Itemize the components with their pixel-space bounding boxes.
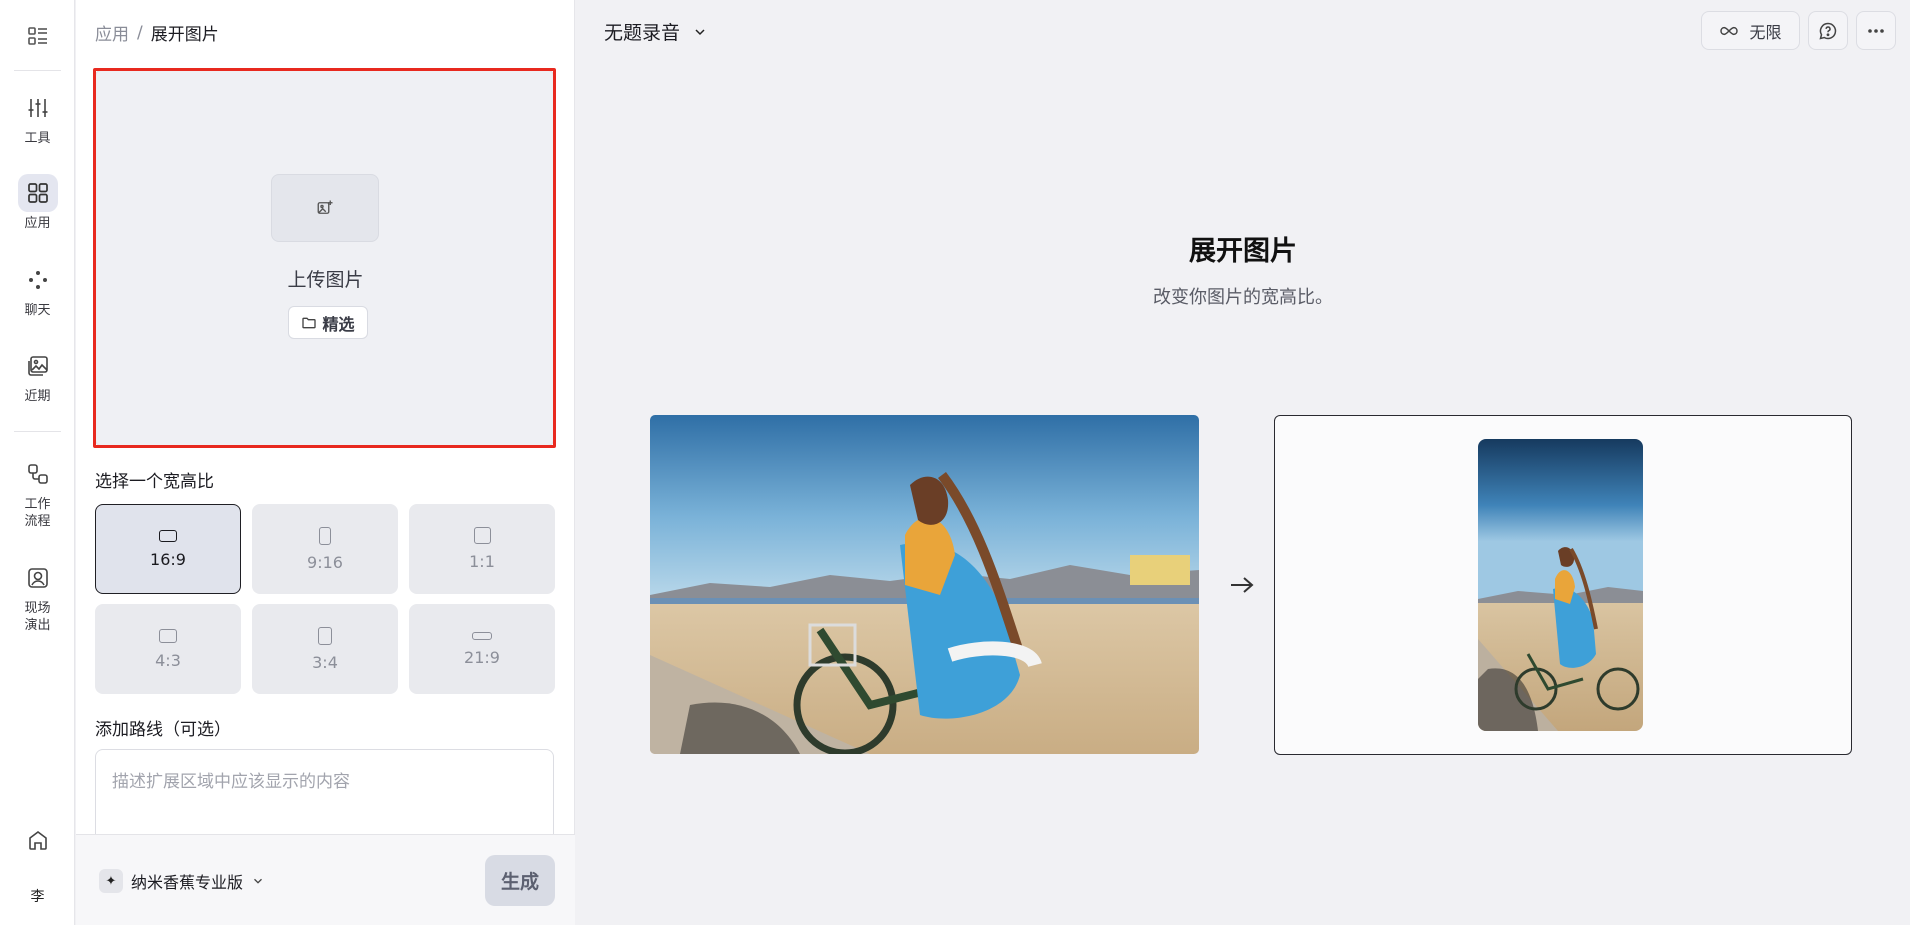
breadcrumb-parent-link[interactable]: 应用 — [95, 20, 129, 45]
apps-grid-icon — [27, 183, 48, 203]
aspect-ratio-title: 选择一个宽高比 — [95, 472, 214, 492]
featured-button[interactable]: 精选 — [288, 306, 368, 339]
workflow-icon — [27, 464, 48, 484]
ratio-label: 16:9 — [150, 549, 186, 569]
ultrawide-ratio-icon — [472, 631, 492, 640]
chevron-down-icon — [695, 28, 705, 35]
model-name: 纳米香蕉专业版 — [131, 873, 244, 892]
rail-item-label: 工具 — [24, 131, 51, 146]
ratio-label: 4:3 — [155, 650, 181, 670]
ratio-option-16-9[interactable]: 16:9 — [95, 504, 241, 594]
example-output-image — [1478, 439, 1643, 731]
left-rail: 工具 应用 聊天 近期 工作 流程 现场 演出 李 — [0, 0, 75, 925]
rail-item-label: 流程 — [24, 514, 51, 529]
more-options-button[interactable] — [1856, 11, 1896, 50]
featured-label: 精选 — [322, 314, 355, 334]
side-panel: 应用 / 展开图片 上传图片 精选 选择一个宽高比 16:9 9:16 1:1 … — [76, 0, 575, 925]
sparkle-icon: ✦ — [99, 869, 123, 893]
ratio-option-21-9[interactable]: 21:9 — [409, 604, 555, 694]
model-selector[interactable]: ✦ 纳米香蕉专业版 — [99, 869, 265, 893]
chat-help-icon — [1819, 22, 1837, 40]
ratio-option-1-1[interactable]: 1:1 — [409, 504, 555, 594]
route-title: 添加路线（可选） — [95, 720, 231, 740]
portrait-ratio-icon — [319, 526, 331, 545]
breadcrumb-current: 展开图片 — [150, 25, 219, 45]
document-title-dropdown[interactable]: 无题录音 — [604, 18, 708, 45]
ratio-option-3-4[interactable]: 3:4 — [252, 604, 398, 694]
ratio-option-9-16[interactable]: 9:16 — [252, 504, 398, 594]
prompt-input[interactable] — [96, 750, 553, 839]
ratio-option-4-3[interactable]: 4:3 — [95, 604, 241, 694]
rail-divider — [14, 431, 61, 432]
ratio-label: 9:16 — [307, 552, 343, 572]
ratio-label: 21:9 — [464, 647, 500, 667]
feedback-button[interactable] — [1808, 11, 1848, 50]
infinity-icon — [1720, 26, 1739, 35]
rail-item-label: 应用 — [24, 216, 51, 231]
rail-divider — [14, 70, 61, 71]
home-icon — [28, 831, 47, 850]
hero-subtitle: 改变你图片的宽高比。 — [1153, 287, 1333, 308]
rail-item-label: 现场 — [24, 601, 51, 616]
upload-image-button[interactable] — [271, 174, 379, 242]
generate-button[interactable]: 生成 — [485, 855, 555, 906]
ratio-label: 3:4 — [312, 652, 338, 672]
breadcrumb-separator: / — [137, 22, 143, 43]
aspect-ratio-grid: 16:9 9:16 1:1 4:3 3:4 21:9 — [95, 504, 555, 694]
live-portrait-icon — [27, 568, 48, 588]
square-ratio-icon — [473, 527, 491, 544]
recent-images-icon — [27, 356, 48, 376]
home-button[interactable] — [0, 822, 75, 858]
portrait-ratio-icon — [318, 626, 332, 645]
rail-item-tools[interactable]: 工具 — [0, 89, 75, 147]
upload-label: 上传图片 — [287, 269, 364, 291]
sliders-icon — [28, 99, 47, 117]
layout-list-icon — [27, 27, 47, 45]
breadcrumb: 应用 / 展开图片 — [95, 20, 219, 46]
main-area: 无题录音 无限 展开图片 改变你图片的宽高比。 — [576, 0, 1910, 925]
prompt-box — [95, 749, 554, 839]
unlimited-label: 无限 — [1749, 22, 1782, 42]
rail-item-label: 演出 — [24, 618, 51, 633]
ratio-label: 1:1 — [469, 552, 495, 571]
chat-dots-icon — [28, 271, 47, 289]
chevron-down-icon — [254, 878, 262, 884]
more-horizontal-icon — [1868, 28, 1884, 33]
rail-item-recent[interactable]: 近期 — [0, 347, 75, 405]
example-input-image — [650, 415, 1199, 754]
rail-item-label: 近期 — [24, 389, 51, 404]
panel-footer: ✦ 纳米香蕉专业版 生成 — [76, 834, 575, 925]
rail-item-workflow[interactable]: 工作 流程 — [0, 455, 75, 530]
document-title: 无题录音 — [604, 22, 681, 44]
folder-icon — [302, 317, 317, 328]
landscape-ratio-icon — [159, 628, 177, 643]
image-plus-icon — [317, 200, 333, 214]
top-actions: 无限 — [1701, 11, 1896, 50]
rail-item-label: 聊天 — [24, 303, 51, 318]
rail-item-apps[interactable]: 应用 — [0, 174, 75, 232]
rail-item-label: 工作 — [24, 497, 51, 512]
arrow-right-icon — [1227, 570, 1257, 600]
rail-item-live[interactable]: 现场 演出 — [0, 559, 75, 634]
landscape-ratio-icon — [159, 529, 177, 542]
unlimited-button[interactable]: 无限 — [1701, 11, 1800, 50]
upload-dropzone[interactable]: 上传图片 精选 — [95, 70, 554, 446]
menu-toggle-button[interactable] — [0, 16, 75, 56]
example-output-frame — [1274, 415, 1852, 755]
avatar[interactable]: 李 — [0, 878, 75, 914]
hero-title: 展开图片 — [1189, 236, 1297, 267]
rail-item-chat[interactable]: 聊天 — [0, 261, 75, 319]
